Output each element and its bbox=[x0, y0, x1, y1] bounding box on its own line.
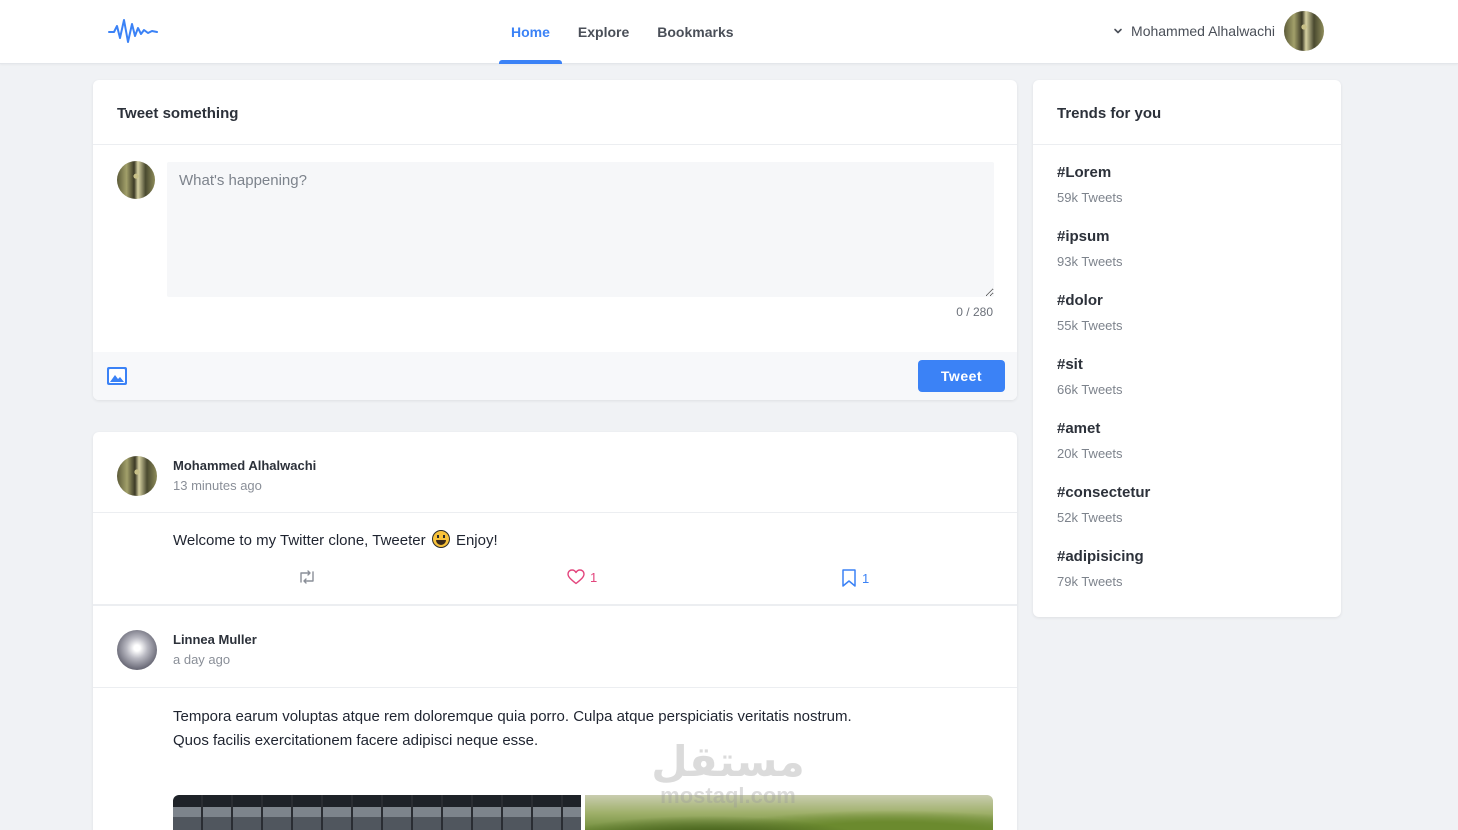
trend-count: 52k Tweets bbox=[1057, 510, 1123, 525]
post-text-start: Welcome to my Twitter clone, Tweeter bbox=[173, 532, 426, 549]
post-image[interactable] bbox=[585, 795, 993, 830]
compose-title: Tweet something bbox=[93, 80, 1017, 145]
trend-item[interactable]: #ipsum 93k Tweets bbox=[1057, 229, 1317, 293]
trend-item[interactable]: #amet 20k Tweets bbox=[1057, 421, 1317, 485]
trend-hashtag: #consectetur bbox=[1057, 484, 1151, 501]
trend-hashtag: #sit bbox=[1057, 356, 1083, 373]
like-count: 1 bbox=[590, 569, 598, 585]
post-header: Mohammed Alhalwachi 13 minutes ago bbox=[93, 432, 1017, 513]
post-timestamp: 13 minutes ago bbox=[173, 478, 262, 493]
trend-hashtag: #Lorem bbox=[1057, 164, 1112, 181]
user-avatar[interactable] bbox=[1284, 11, 1324, 51]
main-nav-tabs: Home Explore Bookmarks bbox=[498, 0, 749, 64]
sound-wave-logo-icon[interactable] bbox=[108, 18, 158, 44]
author-name[interactable]: Mohammed Alhalwachi bbox=[173, 458, 316, 473]
retweet-button[interactable] bbox=[297, 569, 322, 585]
image-icon[interactable] bbox=[107, 367, 127, 385]
tab-home[interactable]: Home bbox=[498, 0, 563, 64]
like-button[interactable]: 1 bbox=[567, 569, 597, 585]
trend-count: 20k Tweets bbox=[1057, 446, 1123, 461]
tweet-post: Linnea Muller a day ago Tempora earum vo… bbox=[93, 606, 1017, 753]
post-text: Tempora earum voluptas atque rem dolorem… bbox=[173, 708, 852, 749]
grinning-face-emoji-icon bbox=[431, 530, 450, 548]
compose-avatar bbox=[117, 161, 155, 199]
trend-item[interactable]: #consectetur 52k Tweets bbox=[1057, 485, 1317, 549]
trend-count: 79k Tweets bbox=[1057, 574, 1123, 589]
post-header: Linnea Muller a day ago bbox=[93, 606, 1017, 688]
heart-icon bbox=[567, 569, 585, 585]
trend-count: 66k Tweets bbox=[1057, 382, 1123, 397]
tweet-button[interactable]: Tweet bbox=[918, 360, 1005, 392]
feed-card: Mohammed Alhalwachi 13 minutes ago Welco… bbox=[93, 432, 1017, 830]
character-counter: 0 / 280 bbox=[956, 305, 993, 319]
trend-hashtag: #adipisicing bbox=[1057, 548, 1144, 565]
tab-explore[interactable]: Explore bbox=[565, 0, 642, 64]
trend-count: 93k Tweets bbox=[1057, 254, 1123, 269]
tab-bookmarks[interactable]: Bookmarks bbox=[644, 0, 746, 64]
post-text: Welcome to my Twitter clone, Tweeter Enj… bbox=[93, 513, 1017, 565]
retweet-icon bbox=[300, 570, 314, 584]
author-avatar[interactable] bbox=[117, 630, 157, 670]
post-actions: 1 1 bbox=[93, 565, 1017, 606]
trend-count: 59k Tweets bbox=[1057, 190, 1123, 205]
post-image[interactable] bbox=[173, 795, 581, 830]
trends-title: Trends for you bbox=[1033, 80, 1341, 145]
bookmark-icon bbox=[842, 569, 856, 587]
user-menu[interactable]: Mohammed Alhalwachi bbox=[1113, 11, 1324, 51]
trend-item[interactable]: #dolor 55k Tweets bbox=[1057, 293, 1317, 357]
tweet-input[interactable] bbox=[167, 162, 994, 297]
author-avatar[interactable] bbox=[117, 456, 157, 496]
trend-count: 55k Tweets bbox=[1057, 318, 1123, 333]
trends-list: #Lorem 59k Tweets #ipsum 93k Tweets #dol… bbox=[1033, 145, 1341, 613]
trend-item[interactable]: #sit 66k Tweets bbox=[1057, 357, 1317, 421]
bookmark-count: 1 bbox=[862, 570, 870, 586]
user-name: Mohammed Alhalwachi bbox=[1131, 23, 1275, 39]
trends-card: Trends for you #Lorem 59k Tweets #ipsum … bbox=[1033, 80, 1341, 617]
post-timestamp: a day ago bbox=[173, 652, 231, 667]
post-text-end: Enjoy! bbox=[455, 532, 498, 549]
top-navbar: Home Explore Bookmarks Mohammed Alhalwac… bbox=[0, 0, 1458, 64]
trend-hashtag: #dolor bbox=[1057, 292, 1103, 309]
author-name[interactable]: Linnea Muller bbox=[173, 632, 257, 647]
trend-hashtag: #amet bbox=[1057, 420, 1101, 437]
trend-item[interactable]: #adipisicing 79k Tweets bbox=[1057, 549, 1317, 613]
compose-card: Tweet something 0 / 280 Tweet bbox=[93, 80, 1017, 400]
tweet-post: Mohammed Alhalwachi 13 minutes ago Welco… bbox=[93, 432, 1017, 606]
post-image-gallery bbox=[173, 795, 993, 830]
trend-hashtag: #ipsum bbox=[1057, 228, 1110, 245]
chevron-down-icon bbox=[1114, 28, 1122, 34]
bookmark-button[interactable]: 1 bbox=[841, 569, 869, 587]
trend-item[interactable]: #Lorem 59k Tweets bbox=[1057, 165, 1317, 229]
compose-toolbar: Tweet bbox=[93, 352, 1017, 400]
